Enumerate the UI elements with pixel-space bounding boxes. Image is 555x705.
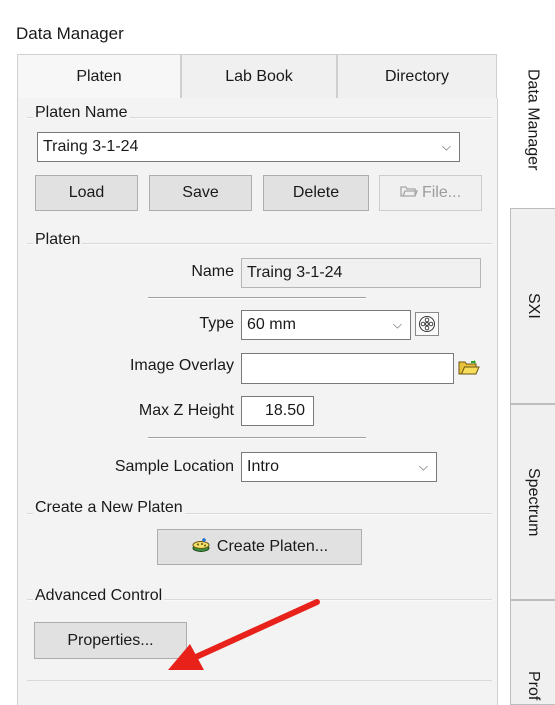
- tab-lab-book[interactable]: Lab Book: [181, 54, 337, 98]
- create-platen-icon: [191, 536, 211, 559]
- platen-name-field[interactable]: Traing 3-1-24: [241, 258, 481, 288]
- folder-open-icon: [400, 184, 418, 203]
- type-label: Type: [199, 315, 234, 332]
- platen-name-combobox[interactable]: Traing 3-1-24 ⌵: [37, 132, 460, 162]
- type-combobox[interactable]: 60 mm ⌵: [241, 310, 411, 340]
- tab-platen[interactable]: Platen: [17, 54, 181, 98]
- side-tab-label: Spectrum: [525, 467, 542, 537]
- platen-legend: Platen: [33, 231, 83, 249]
- platen-name-value: Traing 3-1-24: [247, 264, 343, 281]
- tab-label: Lab Book: [225, 67, 293, 85]
- create-platen-label: Create Platen...: [216, 538, 329, 555]
- name-label: Name: [191, 263, 234, 280]
- max-z-height-value: 18.50: [264, 402, 305, 419]
- load-label: Load: [68, 184, 105, 201]
- side-tab-label: SXI: [525, 293, 542, 319]
- save-label: Save: [182, 184, 219, 201]
- sample-location-combobox[interactable]: Intro ⌵: [241, 452, 437, 482]
- file-button[interactable]: File...: [379, 175, 482, 211]
- advanced-control-legend: Advanced Control: [33, 587, 165, 605]
- platen-name-legend: Platen Name: [33, 104, 130, 122]
- file-label: File...: [421, 184, 462, 201]
- folder-open-icon[interactable]: [456, 354, 482, 382]
- sample-location-value: Intro: [247, 458, 280, 475]
- load-button[interactable]: Load: [35, 175, 138, 211]
- platen-name-selected: Traing 3-1-24: [43, 138, 139, 155]
- tab-directory[interactable]: Directory: [337, 54, 497, 98]
- chevron-down-icon: ⌵: [441, 139, 451, 154]
- image-overlay-input[interactable]: [241, 353, 454, 384]
- max-z-height-input[interactable]: 18.50: [241, 396, 314, 426]
- max-z-height-label: Max Z Height: [138, 402, 234, 419]
- annotation-arrow-icon: [168, 599, 320, 670]
- panel-title: Data Manager: [16, 24, 124, 43]
- separator: [148, 297, 366, 299]
- create-platen-button[interactable]: Create Platen...: [157, 529, 362, 565]
- tab-label: Platen: [76, 67, 122, 85]
- delete-label: Delete: [292, 184, 340, 201]
- side-tab-data-manager[interactable]: Data Manager: [510, 32, 555, 208]
- delete-button[interactable]: Delete: [263, 175, 369, 211]
- side-tab-label: Prof: [525, 670, 542, 700]
- save-button[interactable]: Save: [149, 175, 252, 211]
- chevron-down-icon: ⌵: [418, 459, 428, 474]
- platen-group: [27, 243, 492, 245]
- platen-icon[interactable]: [415, 312, 439, 336]
- separator: [148, 437, 366, 439]
- create-platen-legend: Create a New Platen: [33, 499, 185, 517]
- chevron-down-icon: ⌵: [392, 317, 402, 332]
- sample-location-label: Sample Location: [114, 458, 234, 475]
- type-value: 60 mm: [247, 316, 296, 333]
- tab-label: Directory: [384, 67, 449, 85]
- side-tab-prof[interactable]: Prof: [510, 600, 555, 705]
- side-tab-spectrum[interactable]: Spectrum: [510, 404, 555, 600]
- side-tab-label: Data Manager: [524, 69, 542, 171]
- properties-label: Properties...: [67, 631, 154, 649]
- image-overlay-label: Image Overlay: [129, 357, 234, 374]
- side-tab-sxi[interactable]: SXI: [510, 208, 555, 404]
